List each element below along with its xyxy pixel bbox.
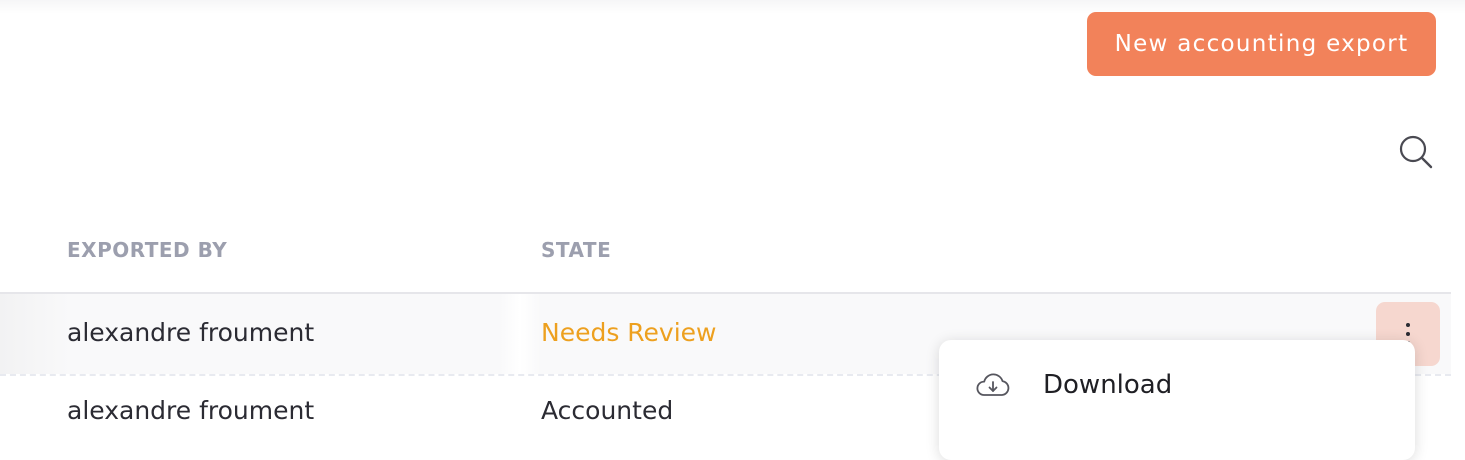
row-fade xyxy=(0,294,70,374)
search-button[interactable] xyxy=(1394,130,1438,174)
column-separator xyxy=(500,294,540,374)
row-exported-by: alexandre froument xyxy=(67,318,315,347)
row-state-badge: Needs Review xyxy=(541,318,717,347)
search-icon xyxy=(1399,135,1433,169)
column-header-state[interactable]: STATE xyxy=(541,238,611,262)
row-exported-by: alexandre froument xyxy=(67,396,315,425)
row-actions-menu: Download xyxy=(939,340,1415,460)
menu-item-download[interactable]: Download xyxy=(939,350,1415,426)
new-accounting-export-button[interactable]: New accounting export xyxy=(1087,12,1436,76)
cloud-download-icon xyxy=(975,372,1011,404)
menu-item-label: Download xyxy=(1043,370,1173,400)
row-state-badge: Accounted xyxy=(541,396,674,425)
column-header-exported-by[interactable]: EXPORTED BY xyxy=(67,238,227,262)
